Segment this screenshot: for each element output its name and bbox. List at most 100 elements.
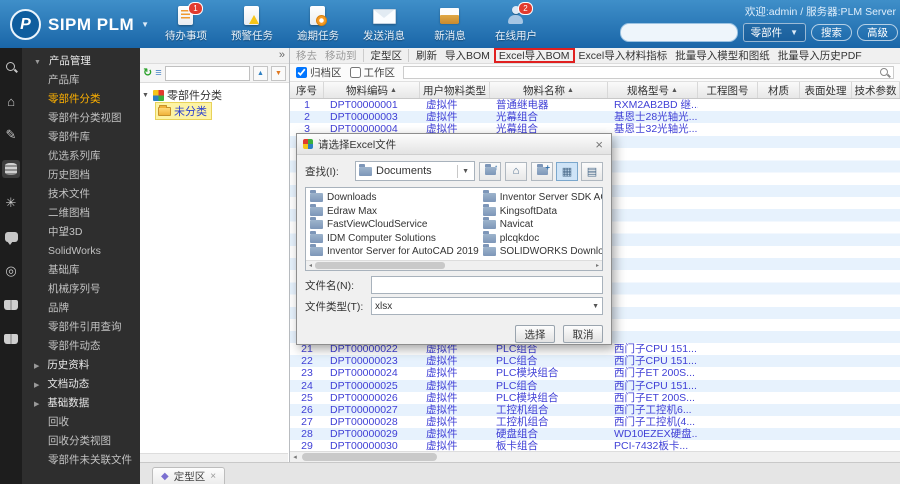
sidebar-item[interactable]: 基础库	[22, 261, 140, 280]
refresh-tree-icon[interactable]: ↻	[143, 67, 152, 79]
sidebar-item[interactable]: 历史图档	[22, 166, 140, 185]
table-row[interactable]: 26 DPT00000027 虚拟件 工控机组合 西门子工控机6...	[290, 403, 900, 417]
archive-checkbox-input[interactable]	[296, 67, 307, 78]
scrollbar-thumb[interactable]	[302, 453, 437, 461]
table-hscrollbar[interactable]: ◂	[290, 451, 900, 462]
column-header[interactable]: 表面处理	[800, 82, 852, 98]
folder-item[interactable]: Edraw Max	[310, 203, 479, 219]
new-folder-button[interactable]: +	[531, 161, 553, 181]
close-icon[interactable]: ×	[593, 138, 605, 151]
sidebar-item[interactable]: 零部件未关联文件	[22, 451, 140, 470]
up-one-level-button[interactable]: ↑	[479, 161, 501, 181]
scroll-right-icon[interactable]: ▸	[593, 262, 602, 269]
column-header[interactable]: 物料编码	[324, 82, 420, 98]
app-logo[interactable]: P SIPM PLM ▼	[10, 9, 149, 40]
table-row[interactable]: 1 DPT00000001 虚拟件 普通继电器 RXM2AB2BD 继...	[290, 99, 900, 111]
table-row[interactable]: 28 DPT00000029 虚拟件 硬盘组合 WD10EZEX硬盘...	[290, 428, 900, 441]
header-nav-item[interactable]: 预警任务	[226, 6, 278, 43]
find-previous-button[interactable]: ▲	[253, 65, 268, 81]
toolbar-button[interactable]: Excel导入BOM	[493, 48, 575, 63]
table-row[interactable]: 25 DPT00000026 虚拟件 PLC模块组合 西门子ET 200S...	[290, 392, 900, 404]
sidebar-item[interactable]: 优选系列库	[22, 147, 140, 166]
folder-item[interactable]: Inventor Server SDK ACAD 2018	[482, 190, 602, 205]
discover-icon[interactable]	[2, 58, 20, 76]
search-scope-select[interactable]: 零部件 ▼	[742, 23, 806, 42]
sidebar-item[interactable]: 基础数据	[22, 394, 140, 413]
toolbar-button[interactable]: 移去	[292, 49, 321, 62]
look-in-select[interactable]: Documents ▼	[355, 161, 475, 181]
sidebar-item[interactable]: 文档动态	[22, 375, 140, 394]
search-button[interactable]: 搜索	[811, 24, 852, 41]
tree-hscrollbar[interactable]	[140, 453, 288, 462]
sidebar-item[interactable]: 技术文件	[22, 185, 140, 204]
find-next-button[interactable]: ▼	[271, 65, 286, 81]
book-icon[interactable]	[2, 296, 20, 314]
sidebar-item[interactable]: 零部件动态	[22, 337, 140, 356]
sidebar-item[interactable]: 二维图档	[22, 204, 140, 223]
table-row[interactable]: 23 DPT00000024 虚拟件 PLC模块组合 西门子ET 200S...	[290, 367, 900, 379]
advanced-search-button[interactable]: 高级	[857, 24, 898, 41]
table-row[interactable]: 27 DPT00000028 虚拟件 工控机组合 西门子工控机(4...	[290, 416, 900, 428]
home-button[interactable]: ⌂	[505, 161, 527, 181]
home-icon[interactable]: ⌂	[2, 92, 20, 110]
spinner-icon[interactable]: ✳	[2, 194, 20, 212]
list-view-button[interactable]: ▦	[556, 161, 578, 181]
scroll-left-icon[interactable]: ◂	[306, 262, 315, 269]
tree-node-unclassified[interactable]: 未分类	[155, 102, 212, 120]
archive-area-checkbox[interactable]: 归档区	[296, 65, 342, 80]
column-header[interactable]: 规格型号	[608, 82, 698, 98]
file-name-input[interactable]	[371, 276, 603, 294]
sidebar-item[interactable]: 零部件分类	[22, 90, 140, 109]
sidebar-item[interactable]: 零部件分类视图	[22, 109, 140, 128]
folder-list[interactable]: Downloads Edraw Max FastViewCloudService	[305, 187, 603, 271]
header-nav-item[interactable]: 新消息	[424, 6, 476, 43]
column-header[interactable]: 序号	[290, 82, 324, 98]
edit-icon[interactable]: ✎	[2, 126, 20, 144]
folder-item[interactable]: SOLIDWORKS Downloads	[482, 244, 602, 259]
collapse-panel-icon[interactable]: »	[279, 50, 285, 61]
toolbar-button[interactable]: 刷新	[408, 49, 441, 62]
folder-item[interactable]: Downloads	[310, 190, 479, 205]
sidebar-item[interactable]: SolidWorks	[22, 242, 140, 261]
sidebar-item[interactable]: 机械序列号	[22, 280, 140, 299]
cancel-button[interactable]: 取消	[563, 325, 603, 343]
details-view-button[interactable]: ▤	[581, 161, 603, 181]
tree-search-input[interactable]	[164, 65, 250, 81]
tab-finalization-area[interactable]: ◆ 定型区 ×	[152, 467, 226, 484]
folder-item[interactable]: Inventor Server for AutoCAD 2019	[310, 244, 479, 259]
sidebar-item[interactable]: 历史资料	[22, 356, 140, 375]
expand-levels-icon[interactable]: ≡	[155, 67, 161, 79]
sidebar-item[interactable]: 回收	[22, 413, 140, 432]
sidebar-item[interactable]: 品牌	[22, 299, 140, 318]
library-icon[interactable]	[2, 330, 20, 348]
tree-expander-icon[interactable]: ▼	[142, 92, 150, 99]
sidebar-item[interactable]: 零部件库	[22, 128, 140, 147]
scroll-left-icon[interactable]: ◂	[290, 453, 300, 461]
scrollbar-thumb[interactable]	[315, 262, 445, 269]
header-nav-item[interactable]: 2 在线用户	[490, 2, 542, 43]
toolbar-button[interactable]: 批量导入模型和图纸	[671, 49, 774, 62]
sidebar-item[interactable]: 零部件引用查询	[22, 318, 140, 337]
toolbar-button[interactable]: 定型区	[362, 49, 407, 62]
sidebar-item[interactable]: 产品管理	[22, 52, 140, 71]
close-tab-icon[interactable]: ×	[210, 471, 216, 482]
sidebar-item[interactable]: 回收分类视图	[22, 432, 140, 451]
workspace-checkbox[interactable]: 工作区	[349, 65, 395, 80]
table-row[interactable]: 22 DPT00000023 虚拟件 PLC组合 西门子CPU 151...	[290, 355, 900, 368]
select-button[interactable]: 选择	[515, 325, 555, 343]
sidebar-item[interactable]: 产品库	[22, 71, 140, 90]
column-header[interactable]: 物料名称	[490, 82, 608, 98]
toolbar-button[interactable]: Excel导入材料指标	[575, 49, 672, 62]
table-filter-input[interactable]	[403, 66, 894, 79]
search-icon[interactable]	[879, 67, 891, 79]
header-nav-item[interactable]: 逾期任务	[292, 6, 344, 43]
folder-item[interactable]: KingsoftData	[482, 203, 602, 219]
folder-item[interactable]: plcqkdoc	[482, 230, 602, 246]
table-row[interactable]: 2 DPT00000003 虚拟件 光幕组合 基恩士28光轴光...	[290, 111, 900, 124]
database-icon[interactable]	[2, 160, 20, 178]
tree-root-node[interactable]: ▼ 零部件分类	[142, 87, 287, 103]
toolbar-button[interactable]: 导入BOM	[441, 49, 494, 62]
broadcast-icon[interactable]: ◎	[2, 262, 20, 280]
header-nav-item[interactable]: 1 待办事项	[160, 2, 212, 43]
toolbar-button[interactable]: 移动到	[321, 49, 361, 62]
